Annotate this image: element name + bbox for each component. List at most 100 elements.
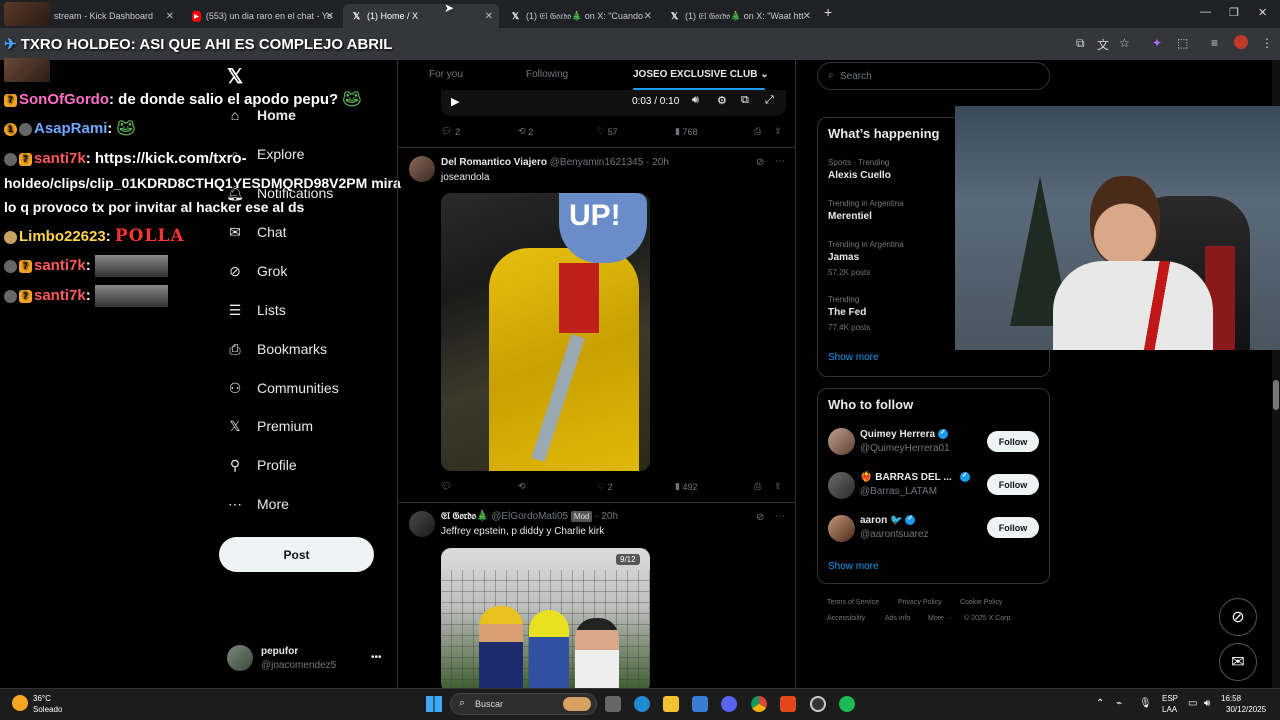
sidebar-item-communities[interactable]: ⚇ Communities bbox=[227, 380, 339, 397]
post-button[interactable]: Post bbox=[219, 537, 374, 572]
views-button[interactable]: ▮ 768 bbox=[675, 126, 698, 137]
microphone-icon[interactable]: 🎙︎ bbox=[1139, 698, 1152, 709]
sidebar-item-home[interactable]: ⌂ Home bbox=[227, 107, 296, 123]
spotify-icon[interactable] bbox=[839, 696, 855, 712]
volume-icon[interactable]: 🔊︎ bbox=[692, 94, 699, 107]
tab-youtube[interactable]: ▶ (553) un dia raro en el chat - Yo ✕ bbox=[184, 4, 340, 28]
follow-suggestion-name[interactable]: aaron 🐦 bbox=[860, 514, 916, 526]
weather-temp[interactable]: 36°C bbox=[33, 694, 51, 703]
tab-x-post-1[interactable]: 𝕏 (1) 𝔈𝔩 𝔊𝔬𝔯𝔡𝔬🎄 on X: "Cuando ✕ bbox=[502, 4, 658, 28]
follow-button[interactable]: Follow bbox=[987, 517, 1039, 538]
show-more-link[interactable]: Show more bbox=[828, 352, 879, 363]
close-icon[interactable]: ✕ bbox=[326, 11, 334, 22]
tab-x-post-2[interactable]: 𝕏 (1) 𝔈𝔩 𝔊𝔬𝔯𝔡𝔬🎄 on X: "Waat htt ✕ bbox=[661, 4, 817, 28]
ads-info-link[interactable]: Ads info bbox=[885, 615, 910, 622]
settings-icon[interactable]: ⚙ bbox=[717, 94, 727, 107]
play-icon[interactable]: ▶ bbox=[451, 95, 459, 108]
post-author-name[interactable]: 𝔈𝔩 𝔊𝔬𝔯𝔡𝔬🎄 bbox=[441, 511, 488, 522]
language-code[interactable]: ESP bbox=[1162, 694, 1178, 703]
cookie-link[interactable]: Cookie Policy bbox=[960, 599, 1002, 606]
task-view-icon[interactable] bbox=[605, 696, 621, 712]
translate-icon[interactable]: 文 bbox=[1097, 36, 1109, 53]
media-icon[interactable]: ≡ bbox=[1211, 36, 1218, 50]
post-image[interactable]: UP! bbox=[441, 193, 650, 471]
more-icon[interactable]: ••• bbox=[371, 652, 382, 663]
avatar[interactable] bbox=[828, 428, 855, 455]
star-icon[interactable]: ☆ bbox=[1119, 36, 1130, 50]
bookmark-icon[interactable]: ⎙ bbox=[754, 126, 761, 137]
grok-icon[interactable]: ⊘ bbox=[756, 512, 764, 523]
windows-start-icon[interactable] bbox=[426, 696, 442, 712]
weather-desc[interactable]: Soleado bbox=[33, 705, 62, 714]
chrome-icon[interactable] bbox=[751, 696, 767, 712]
sidebar-item-chat[interactable]: ✉ Chat bbox=[227, 224, 286, 241]
avatar[interactable] bbox=[1234, 35, 1248, 49]
like-button[interactable]: ♡ 57 bbox=[597, 126, 618, 137]
new-tab-button[interactable]: + bbox=[824, 4, 832, 20]
sidebar-item-profile[interactable]: ⚲ Profile bbox=[227, 457, 297, 474]
language-layout[interactable]: LAA bbox=[1162, 705, 1177, 714]
post-time[interactable]: · 20h bbox=[646, 157, 669, 168]
maximize-button[interactable]: ❐ bbox=[1229, 6, 1239, 19]
obs-icon[interactable] bbox=[810, 696, 826, 712]
discord-icon[interactable] bbox=[721, 696, 737, 712]
more-icon[interactable]: ⋯ bbox=[775, 156, 785, 167]
reply-button[interactable]: 💬︎ 2 bbox=[441, 126, 460, 137]
minimize-button[interactable]: — bbox=[1200, 6, 1211, 18]
close-icon[interactable]: ✕ bbox=[644, 11, 652, 22]
volume-icon[interactable]: 🔊︎ bbox=[1204, 698, 1210, 709]
repost-button[interactable]: ⟲ bbox=[518, 481, 528, 492]
repost-button[interactable]: ⟲ 2 bbox=[518, 126, 533, 137]
follow-suggestion-name[interactable]: Quimey Herrera bbox=[860, 428, 949, 440]
post-author-name[interactable]: Del Romantico Viajero bbox=[441, 157, 547, 168]
reply-button[interactable]: 💬︎ bbox=[441, 481, 455, 492]
share-icon[interactable]: ⇪ bbox=[774, 126, 782, 137]
search-input[interactable]: ⌕ Search bbox=[817, 62, 1050, 90]
clock-date[interactable]: 30/12/2025 bbox=[1226, 705, 1266, 714]
follow-button[interactable]: Follow bbox=[987, 431, 1039, 452]
share-icon[interactable]: ⇪ bbox=[774, 481, 782, 492]
weather-icon[interactable] bbox=[12, 695, 28, 711]
store-icon[interactable] bbox=[692, 696, 708, 712]
post-author-handle[interactable]: @ElGordoMati05 bbox=[491, 511, 568, 522]
chevron-up-icon[interactable]: ⌃ bbox=[1096, 698, 1104, 709]
show-more-link[interactable]: Show more bbox=[828, 561, 879, 572]
cast-icon[interactable]: ⧉ bbox=[1076, 36, 1085, 51]
post-image[interactable]: 9/12 bbox=[441, 548, 650, 688]
puzzle-icon[interactable]: ⬚ bbox=[1177, 36, 1188, 50]
taskbar-search[interactable]: ⌕ Buscar bbox=[450, 693, 597, 715]
tab-following[interactable]: Following bbox=[526, 69, 568, 80]
messages-floating-button[interactable]: ✉ bbox=[1219, 643, 1257, 681]
more-link[interactable]: More ··· bbox=[928, 615, 953, 622]
app-icon[interactable] bbox=[780, 696, 796, 712]
edge-icon[interactable] bbox=[634, 696, 650, 712]
terms-link[interactable]: Terms of Service bbox=[827, 599, 879, 606]
avatar[interactable] bbox=[828, 515, 855, 542]
sidebar-item-premium[interactable]: 𝕏 Premium bbox=[227, 418, 313, 435]
accessibility-link[interactable]: Accessibility bbox=[827, 615, 865, 622]
tab-joseo-exclusive-club[interactable]: JOSEO EXCLUSIVE CLUB ⌄ bbox=[633, 69, 769, 80]
tab-x-home[interactable]: 𝕏 (1) Home / X ✕ bbox=[343, 4, 499, 28]
close-icon[interactable]: ✕ bbox=[803, 11, 811, 22]
tab-for-you[interactable]: For you bbox=[429, 69, 463, 80]
grok-icon[interactable]: ⊘ bbox=[756, 157, 764, 168]
privacy-link[interactable]: Privacy Policy bbox=[898, 599, 942, 606]
like-button[interactable]: ♡ 2 bbox=[597, 481, 613, 492]
menu-icon[interactable]: ⋮ bbox=[1261, 36, 1273, 50]
trend-name[interactable]: Alexis Cuello bbox=[828, 170, 891, 181]
views-button[interactable]: ▮ 492 bbox=[675, 481, 698, 492]
post-avatar[interactable] bbox=[409, 511, 435, 537]
avatar[interactable] bbox=[828, 472, 855, 499]
tab-kick-dashboard[interactable]: stream - Kick Dashboard ✕ bbox=[46, 4, 180, 28]
trend-name[interactable]: Merentiel bbox=[828, 211, 872, 222]
sidebar-item-bookmarks[interactable]: ⎙ Bookmarks bbox=[227, 341, 327, 358]
clock-time[interactable]: 16:58 bbox=[1221, 694, 1241, 703]
post-author-handle[interactable]: @Benyamin1621345 bbox=[550, 157, 644, 168]
x-logo[interactable]: 𝕏 bbox=[227, 64, 243, 89]
account-switcher[interactable]: pepufor @joacomendez5 ••• bbox=[227, 644, 387, 674]
follow-suggestion-name[interactable]: ❤️‍🔥 BARRAS DEL ... bbox=[860, 471, 970, 483]
sidebar-item-more[interactable]: ⋯ More bbox=[227, 496, 289, 513]
trend-name[interactable]: The Fed bbox=[828, 307, 866, 318]
sidebar-item-lists[interactable]: ☰ Lists bbox=[227, 302, 286, 319]
trend-name[interactable]: Jamas bbox=[828, 252, 859, 263]
